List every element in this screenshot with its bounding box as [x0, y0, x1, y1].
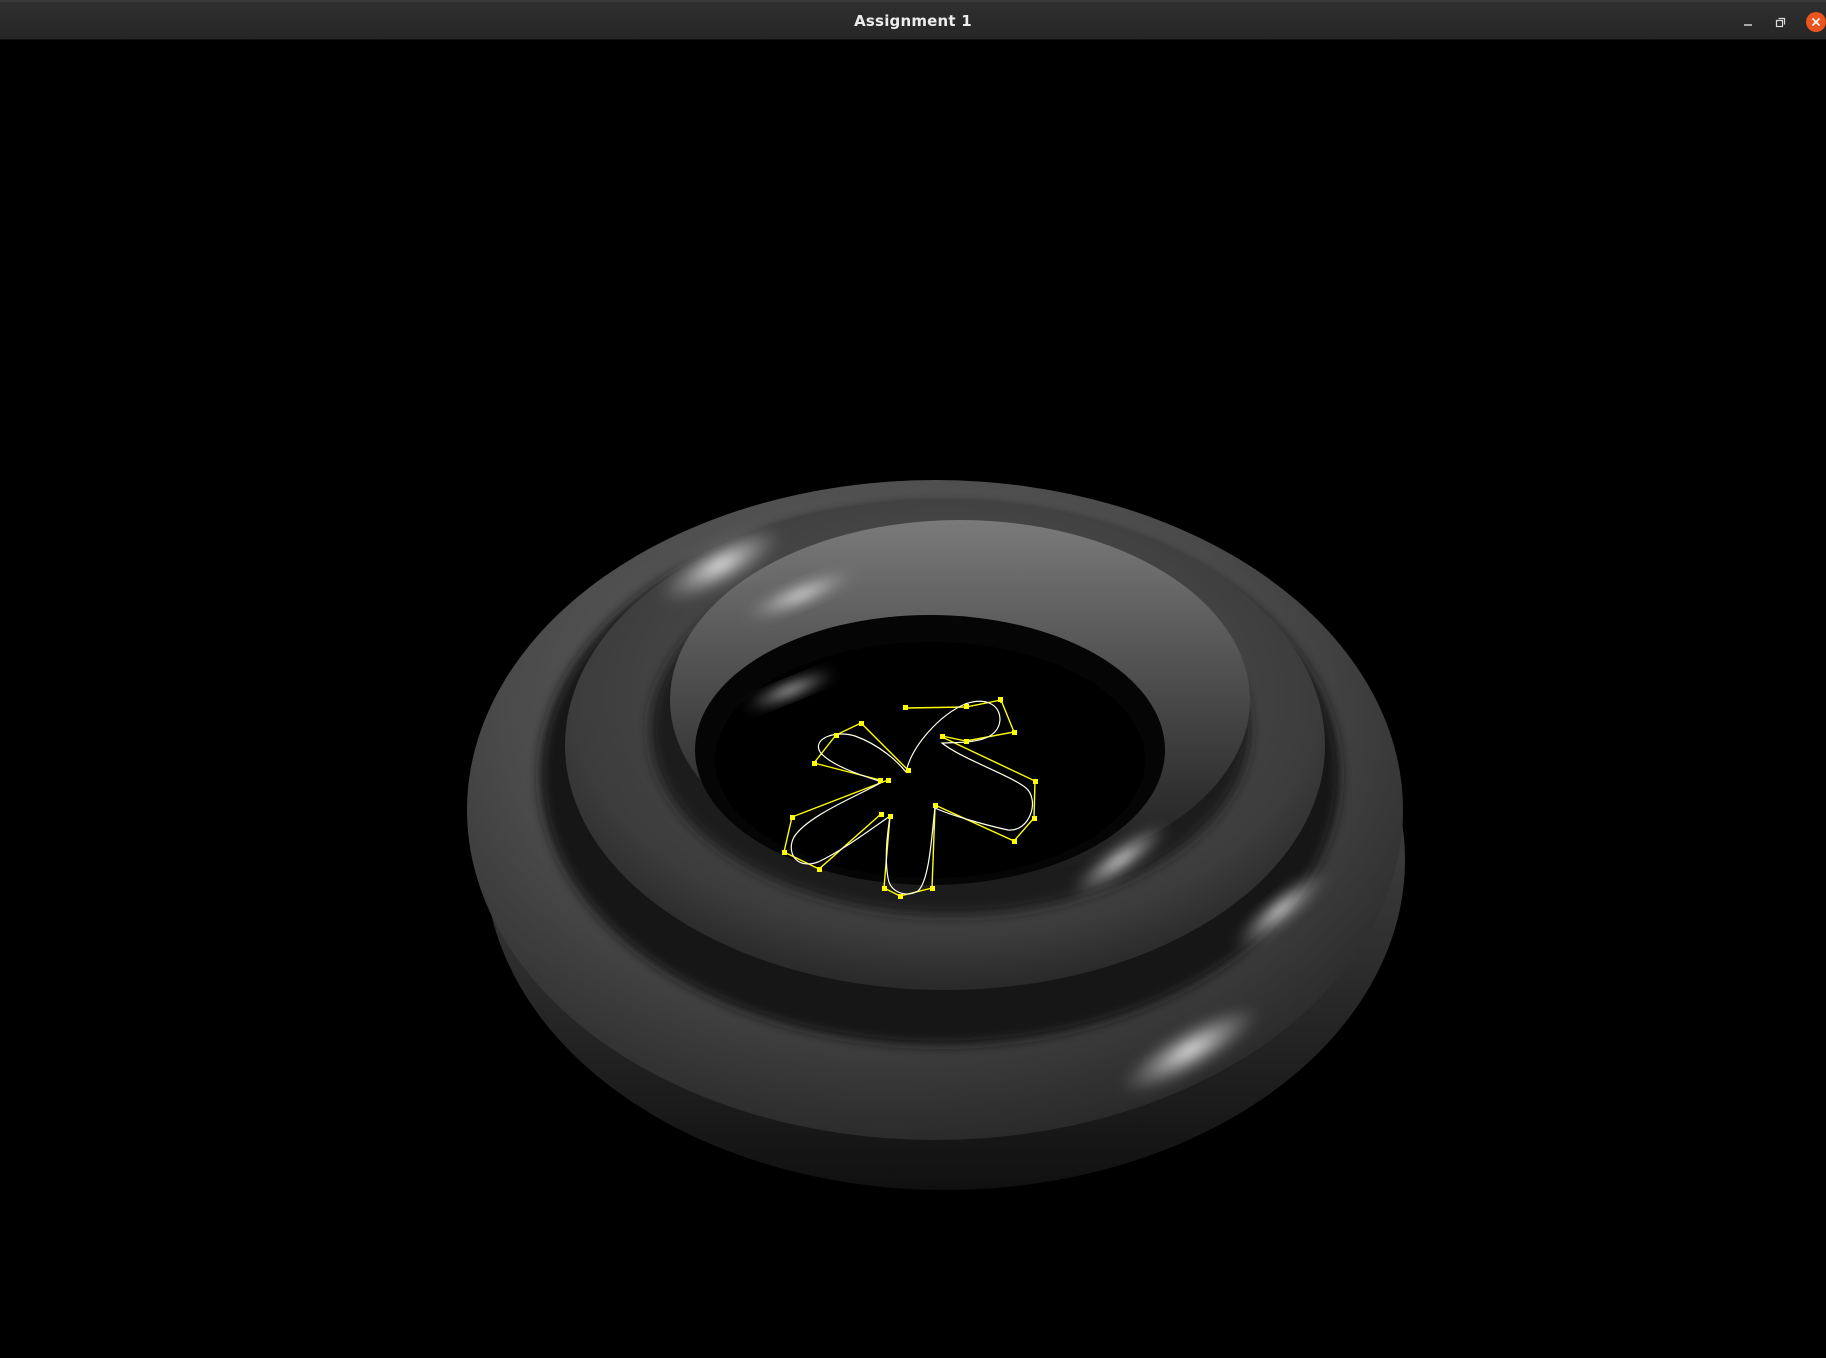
app-window: Assignment 1 — [0, 0, 1826, 1358]
restore-icon — [1775, 17, 1786, 28]
title-bar[interactable]: Assignment 1 — [0, 0, 1826, 40]
minimize-icon — [1744, 24, 1752, 26]
scene-canvas — [467, 480, 1405, 1190]
minimize-button[interactable] — [1738, 12, 1758, 32]
restore-button[interactable] — [1770, 12, 1790, 32]
close-button[interactable] — [1806, 12, 1826, 32]
close-icon — [1811, 17, 1821, 27]
opengl-viewport[interactable] — [0, 40, 1826, 1358]
window-title: Assignment 1 — [854, 12, 972, 30]
window-controls — [1716, 2, 1826, 42]
